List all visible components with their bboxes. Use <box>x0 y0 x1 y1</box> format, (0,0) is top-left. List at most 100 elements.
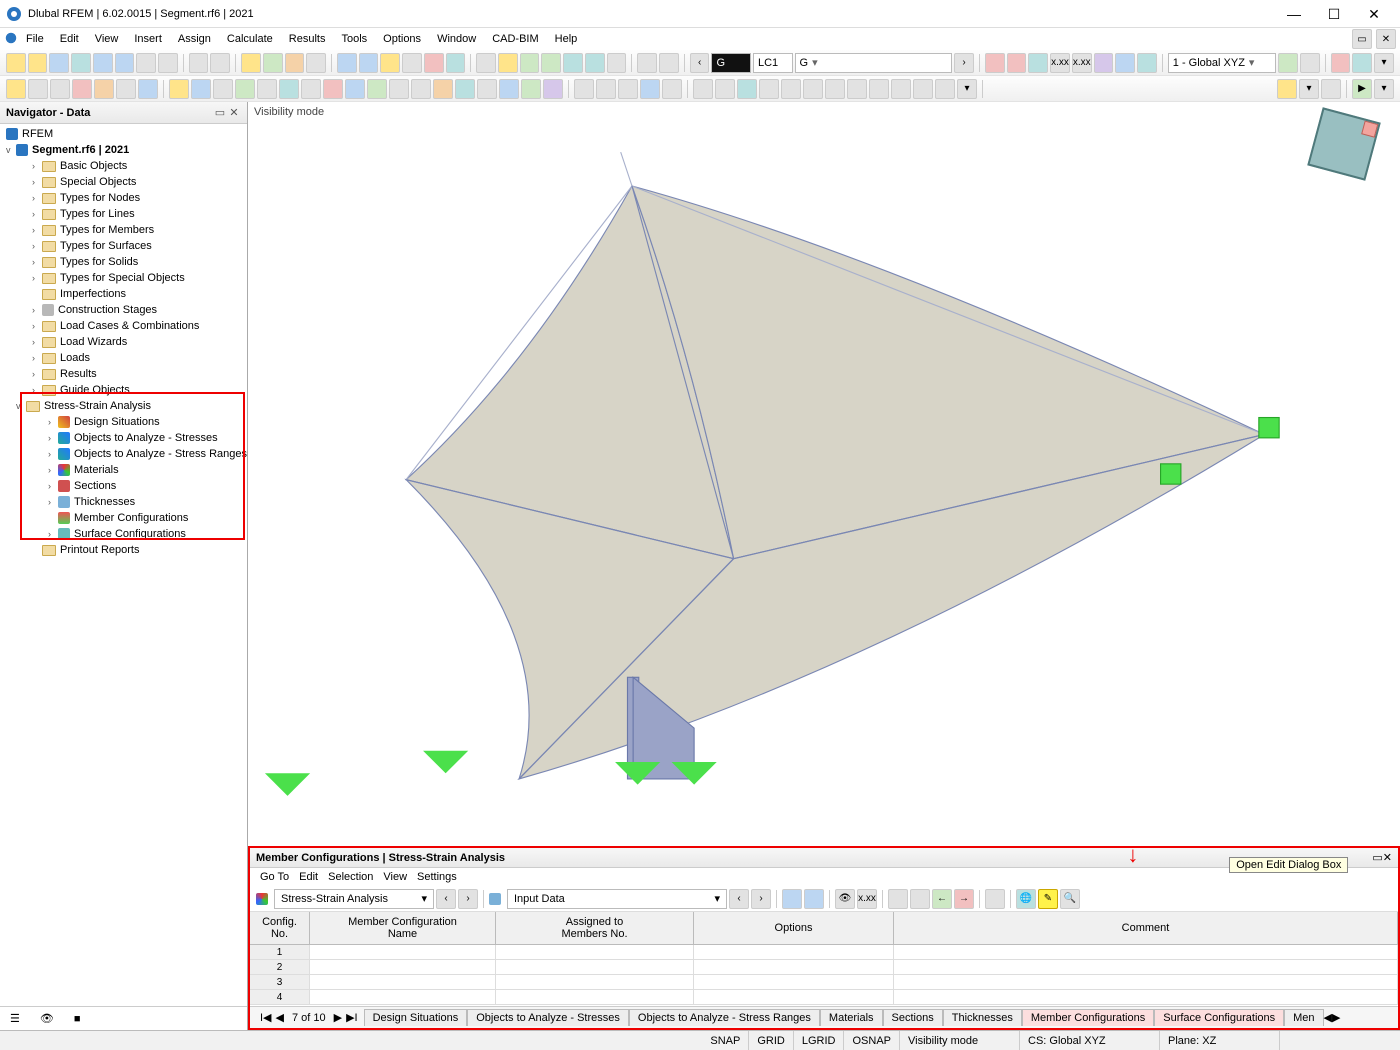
opt2-icon[interactable] <box>659 53 679 73</box>
sup2-icon[interactable] <box>715 79 735 99</box>
col-assigned-to[interactable]: Assigned toMembers No. <box>496 912 694 944</box>
ssa-prev-icon[interactable]: ‹ <box>436 889 456 909</box>
coord-sys-combo[interactable]: 1 - Global XYZ▾ <box>1168 53 1276 73</box>
calc3-icon[interactable] <box>520 53 540 73</box>
sel4-icon[interactable] <box>72 79 92 99</box>
sup13-icon[interactable]: ▾ <box>957 79 977 99</box>
tree-ssa-item[interactable]: ›Materials <box>0 462 247 478</box>
tab-overflow[interactable]: Men <box>1284 1009 1323 1026</box>
tabs-scroll-left-icon[interactable]: ◀ <box>1324 1011 1332 1024</box>
sel1-icon[interactable] <box>6 79 26 99</box>
tree-item[interactable]: ›Special Objects <box>0 174 247 190</box>
view1-icon[interactable] <box>337 53 357 73</box>
tree-item[interactable]: ›Types for Lines <box>0 206 247 222</box>
viewport-3d[interactable]: Visibility mode <box>248 102 1400 846</box>
tree-ssa-item[interactable]: ›Objects to Analyze - Stresses <box>0 430 247 446</box>
sup4-icon[interactable] <box>759 79 779 99</box>
menu-view[interactable]: View <box>87 30 127 48</box>
menu-cadbim[interactable]: CAD-BIM <box>484 30 546 48</box>
save-icon[interactable] <box>93 53 113 73</box>
minimize-button[interactable]: — <box>1274 1 1314 27</box>
tab-materials[interactable]: Materials <box>820 1009 883 1026</box>
view5-icon[interactable] <box>424 53 444 73</box>
tree-item[interactable]: ›Types for Special Objects <box>0 270 247 286</box>
recent-icon[interactable] <box>49 53 69 73</box>
sel2-icon[interactable] <box>28 79 48 99</box>
next-lc-icon[interactable]: › <box>954 53 974 73</box>
close-doc-icon[interactable]: ✕ <box>1376 29 1396 49</box>
res2-icon[interactable] <box>1007 53 1027 73</box>
bp-menu-view[interactable]: View <box>383 871 407 883</box>
res5-icon[interactable]: x.xx <box>1072 53 1092 73</box>
tab-sections[interactable]: Sections <box>883 1009 943 1026</box>
draw3-icon[interactable] <box>213 79 233 99</box>
app-menu-icon[interactable] <box>4 31 18 48</box>
tree-item[interactable]: ›Types for Members <box>0 222 247 238</box>
undo-icon[interactable] <box>158 53 178 73</box>
script-icon[interactable] <box>1277 79 1297 99</box>
tile-icon[interactable] <box>210 53 230 73</box>
menu-tools[interactable]: Tools <box>333 30 375 48</box>
pager-first-icon[interactable]: I◀ <box>260 1011 272 1024</box>
tree-ssa-item[interactable]: ›Sections <box>0 478 247 494</box>
sel7-icon[interactable] <box>138 79 158 99</box>
load-case-code[interactable]: LC1 <box>753 53 793 73</box>
col-options[interactable]: Options <box>694 912 894 944</box>
nav-footer-camera-icon[interactable]: ■ <box>74 1013 81 1025</box>
sel3-icon[interactable] <box>50 79 70 99</box>
tree-item[interactable]: ›Loads <box>0 350 247 366</box>
more-dd-icon[interactable]: ▾ <box>1374 79 1394 99</box>
wizard3-icon[interactable] <box>285 53 305 73</box>
draw11-icon[interactable] <box>389 79 409 99</box>
sup7-icon[interactable] <box>825 79 845 99</box>
tabs-scroll-right-icon[interactable]: ▶ <box>1332 1011 1340 1024</box>
navigator-tree[interactable]: RFEM v Segment.rf6 | 2021 ›Basic Objects… <box>0 124 247 1006</box>
tab-analyze-stresses[interactable]: Objects to Analyze - Stresses <box>467 1009 629 1026</box>
tree-ssa-item[interactable]: ›Objects to Analyze - Stress Ranges <box>0 446 247 462</box>
tree-item[interactable]: ›Basic Objects <box>0 158 247 174</box>
bp-menu-edit[interactable]: Edit <box>299 871 318 883</box>
tree-ssa-item[interactable]: Member Configurations <box>0 510 247 526</box>
table-row[interactable]: 3 <box>250 975 1398 990</box>
sup6-icon[interactable] <box>803 79 823 99</box>
prev-lc-icon[interactable]: ‹ <box>690 53 710 73</box>
table-row[interactable]: 4 <box>250 990 1398 1005</box>
tree-item[interactable]: ›Types for Surfaces <box>0 238 247 254</box>
grid-icon[interactable] <box>1300 53 1320 73</box>
calc2-icon[interactable] <box>498 53 518 73</box>
delall-icon[interactable] <box>910 889 930 909</box>
mem3-icon[interactable] <box>618 79 638 99</box>
status-grid[interactable]: GRID <box>749 1031 794 1050</box>
input-prev-icon[interactable]: ‹ <box>729 889 749 909</box>
tab-member-configurations[interactable]: Member Configurations <box>1022 1009 1154 1026</box>
tree-model[interactable]: v Segment.rf6 | 2021 <box>0 142 247 158</box>
wizard4-icon[interactable] <box>306 53 326 73</box>
load-case-name[interactable]: G▾ <box>795 53 953 73</box>
refresh-icon[interactable] <box>541 53 561 73</box>
pager-prev-icon[interactable]: ◀ <box>276 1011 284 1024</box>
cascade-icon[interactable] <box>189 53 209 73</box>
ssa-next-icon[interactable]: › <box>458 889 478 909</box>
sup10-icon[interactable] <box>891 79 911 99</box>
saveall-icon[interactable] <box>115 53 135 73</box>
import-icon[interactable]: ← <box>932 889 952 909</box>
tab-thicknesses[interactable]: Thicknesses <box>943 1009 1022 1026</box>
nav-footer-eye-icon[interactable]: 👁 <box>40 1012 54 1025</box>
draw10-icon[interactable] <box>367 79 387 99</box>
sel6-icon[interactable] <box>116 79 136 99</box>
sup9-icon[interactable] <box>869 79 889 99</box>
table-row[interactable]: 2 <box>250 960 1398 975</box>
tree-ssa[interactable]: vStress-Strain Analysis <box>0 398 247 414</box>
tool-a-icon[interactable] <box>563 53 583 73</box>
disp2-icon[interactable] <box>1115 53 1135 73</box>
status-snap[interactable]: SNAP <box>702 1031 749 1050</box>
sup1-icon[interactable] <box>693 79 713 99</box>
panel-restore-icon[interactable]: ▭ <box>1372 851 1382 864</box>
res3-icon[interactable] <box>1028 53 1048 73</box>
script-dd-icon[interactable]: ▾ <box>1299 79 1319 99</box>
close-button[interactable]: ✕ <box>1354 1 1394 27</box>
script2-icon[interactable] <box>1321 79 1341 99</box>
menu-options[interactable]: Options <box>375 30 429 48</box>
open-file-icon[interactable] <box>28 53 48 73</box>
pick2-icon[interactable] <box>804 889 824 909</box>
